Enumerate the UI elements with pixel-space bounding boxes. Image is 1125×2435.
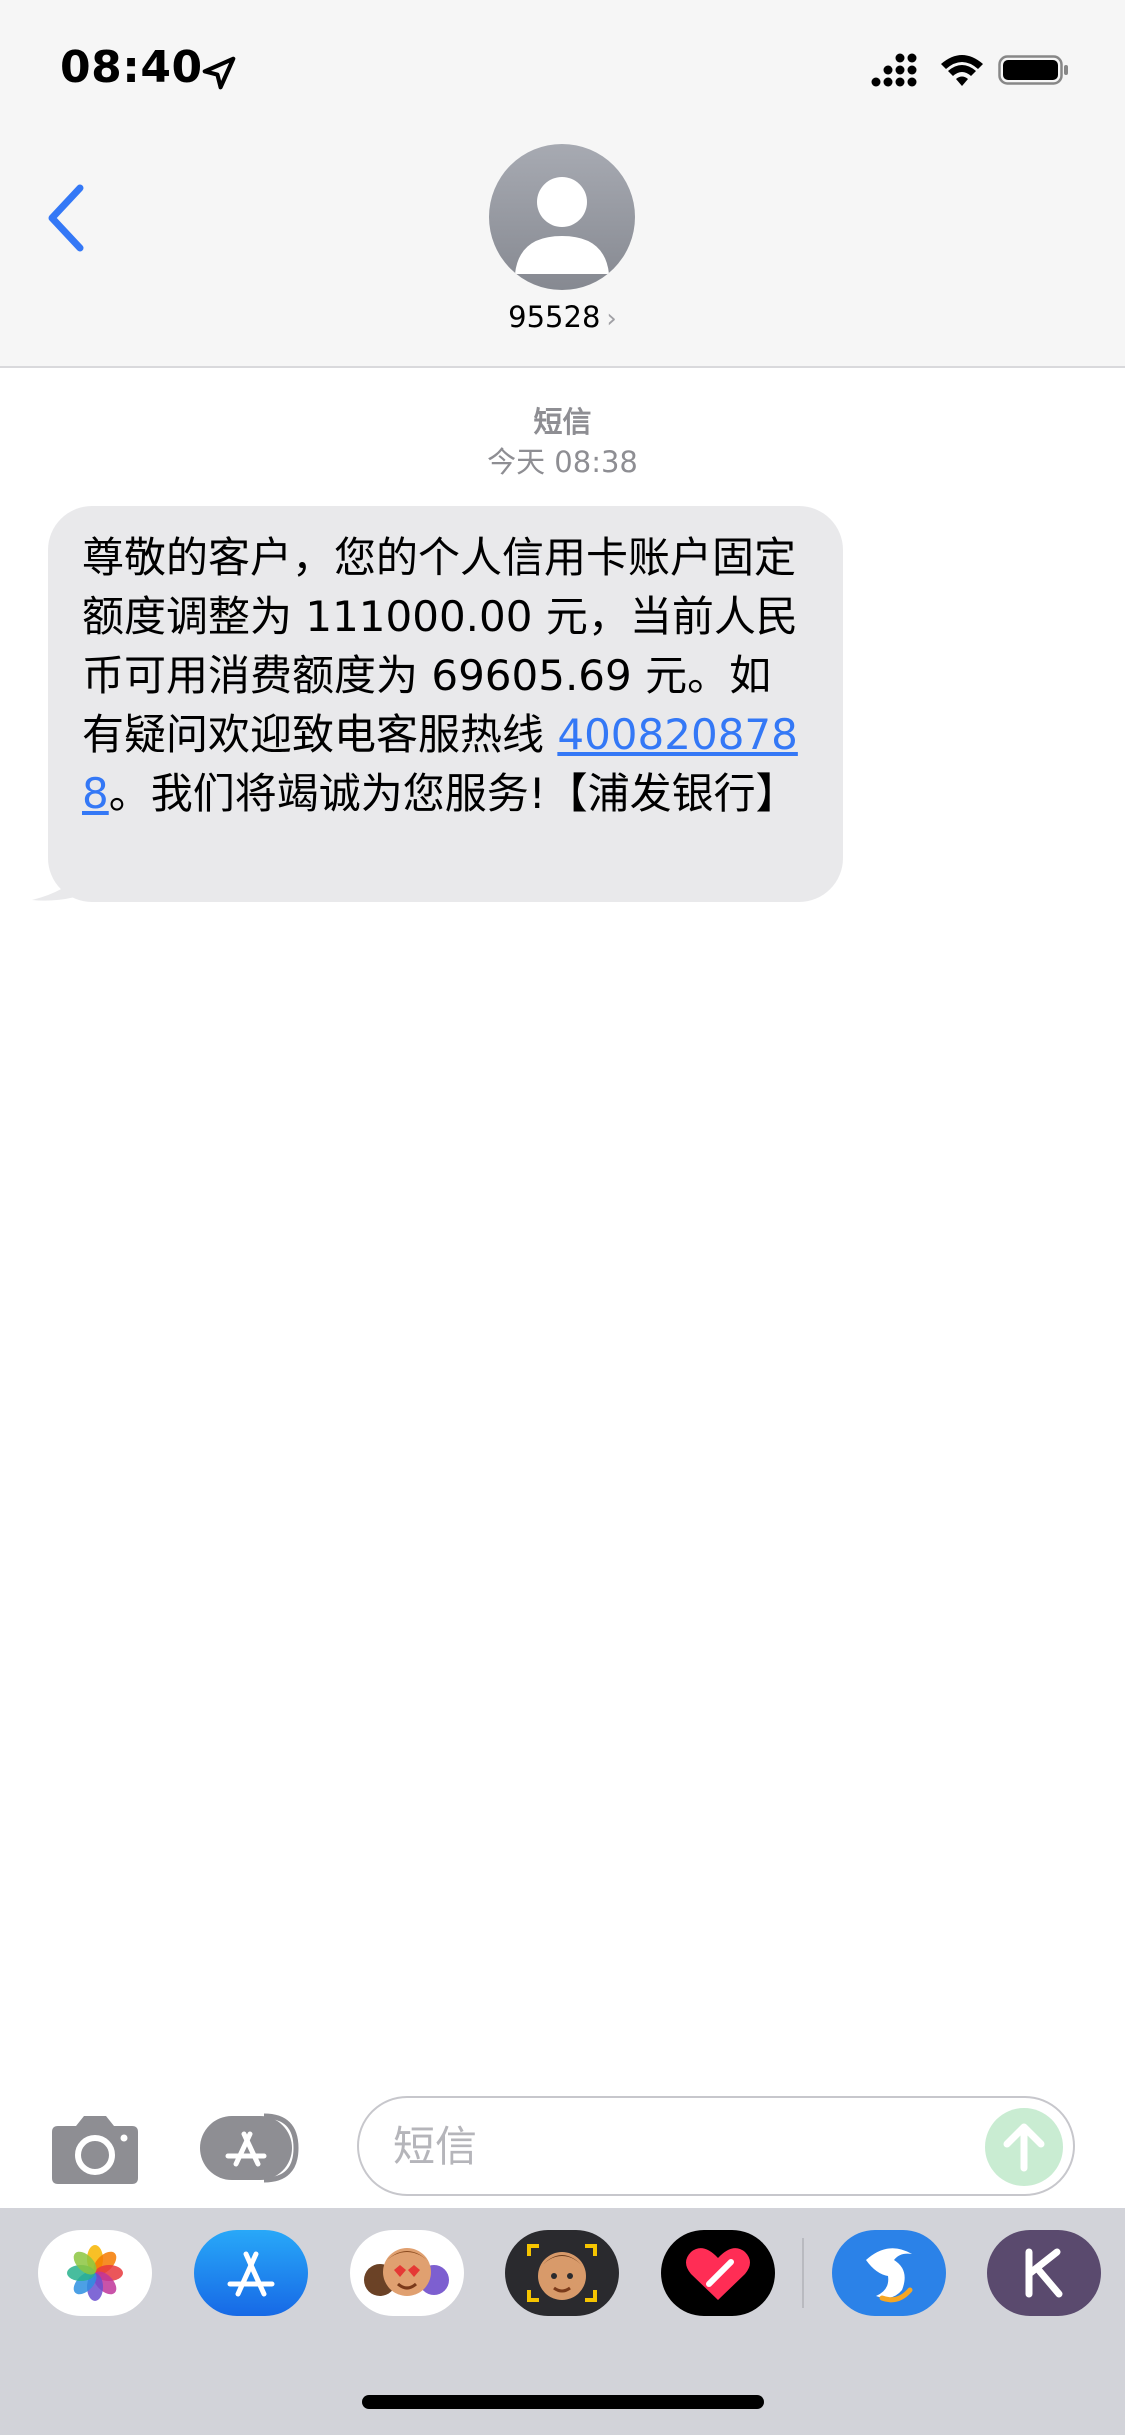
drawer-divider [802, 2238, 804, 2308]
digital-touch-icon[interactable] [661, 2230, 775, 2316]
location-arrow-icon [202, 56, 236, 90]
back-chevron-icon[interactable] [36, 178, 96, 258]
contact-name-button[interactable]: 95528 › [0, 300, 1125, 334]
conversation-header: 08:40 95528 › [0, 0, 1125, 368]
cellular-signal-icon [871, 53, 917, 87]
ctrip-icon[interactable] [832, 2230, 946, 2316]
arrow-up-icon [1003, 2123, 1045, 2172]
service-label: 短信 [533, 405, 592, 439]
message-timestamp: 今天 08:38 [487, 445, 638, 479]
contact-avatar[interactable] [489, 144, 635, 290]
message-text-end: 。我们将竭诚为您服务!【浦发银行】 [108, 769, 798, 818]
person-silhouette-icon [515, 177, 609, 274]
app-store-icon[interactable] [194, 2230, 308, 2316]
contact-name: 95528 [508, 300, 601, 334]
k-app-icon[interactable] [987, 2230, 1101, 2316]
app-store-apps-icon[interactable] [198, 2112, 308, 2184]
received-message[interactable]: 尊敬的客户，您的个人信用卡账户固定额度调整为 111000.00 元，当前人民币… [28, 506, 843, 902]
photos-icon[interactable] [38, 2230, 152, 2316]
message-meta: 短信 今天 08:38 [0, 402, 1125, 482]
battery-icon [998, 55, 1068, 85]
camera-icon[interactable] [50, 2110, 140, 2186]
wifi-icon [941, 55, 983, 86]
home-indicator[interactable] [362, 2395, 764, 2409]
message-input-placeholder: 短信 [393, 2122, 478, 2171]
chevron-right-icon: › [606, 304, 617, 334]
status-time: 08:40 [60, 42, 203, 93]
memoji-camera-icon[interactable] [505, 2230, 619, 2316]
memoji-stickers-icon[interactable] [350, 2230, 464, 2316]
message-bubble: 尊敬的客户，您的个人信用卡账户固定额度调整为 111000.00 元，当前人民币… [48, 506, 843, 902]
send-button[interactable] [985, 2108, 1063, 2186]
message-input[interactable]: 短信 [357, 2096, 1075, 2196]
